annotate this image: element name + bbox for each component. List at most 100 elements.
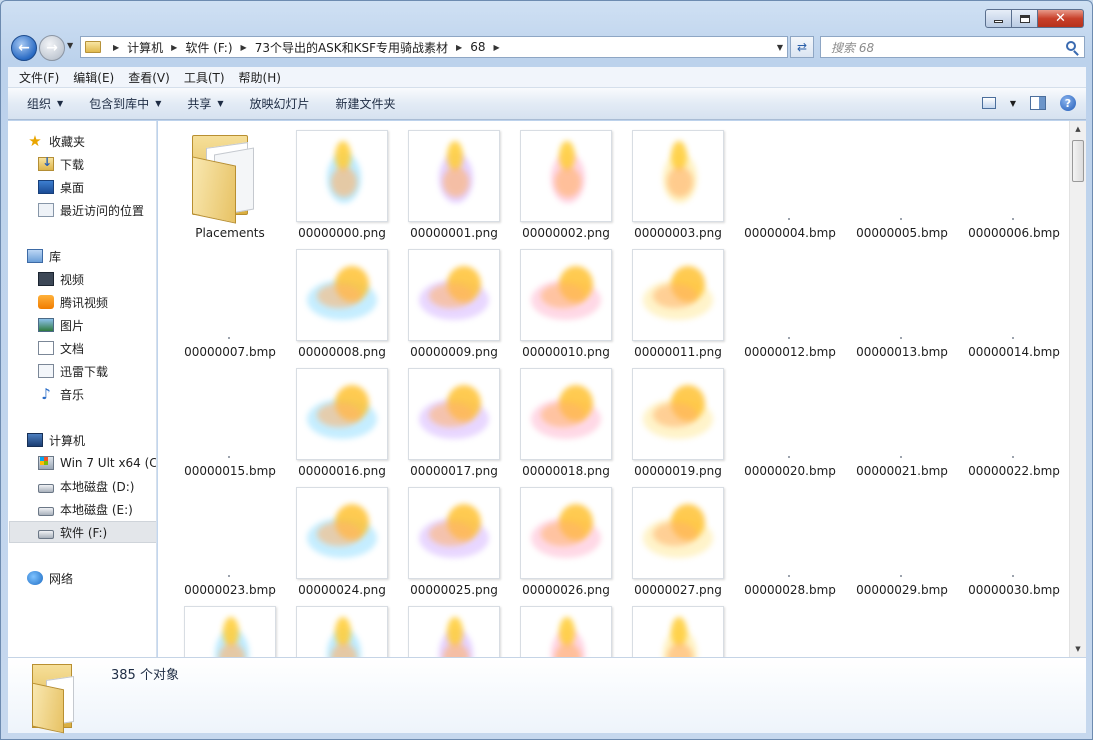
- file-item[interactable]: 00000026.png: [500, 478, 612, 597]
- file-item[interactable]: 00000000.png: [276, 121, 388, 240]
- file-item[interactable]: 00000017.png: [388, 359, 500, 478]
- file-item[interactable]: 00000013.bmp: [836, 240, 948, 359]
- file-item[interactable]: 00000010.png: [500, 240, 612, 359]
- nav-computer[interactable]: 计算机: [27, 429, 156, 451]
- file-item[interactable]: [164, 597, 276, 657]
- recent-places-icon: [38, 203, 54, 217]
- slideshow-button[interactable]: 放映幻灯片: [237, 95, 323, 112]
- vertical-scrollbar[interactable]: ▲ ▼: [1069, 121, 1086, 657]
- recent-pages-dropdown[interactable]: ▼: [67, 41, 73, 50]
- nav-item-label: 最近访问的位置: [60, 203, 145, 218]
- file-item[interactable]: 00000005.bmp: [836, 121, 948, 240]
- nav-item-pictures[interactable]: 图片: [38, 314, 156, 336]
- file-item[interactable]: 00000021.bmp: [836, 359, 948, 478]
- breadcrumb-current[interactable]: 68: [470, 40, 485, 54]
- file-item[interactable]: 00000011.png: [612, 240, 724, 359]
- nav-network[interactable]: 网络: [27, 567, 156, 589]
- file-item[interactable]: 00000008.png: [276, 240, 388, 359]
- file-item[interactable]: 00000018.png: [500, 359, 612, 478]
- file-item[interactable]: 00000030.bmp: [948, 478, 1060, 597]
- file-item[interactable]: 00000020.bmp: [724, 359, 836, 478]
- menu-view[interactable]: 查看(V): [121, 69, 177, 86]
- star-icon: ★: [28, 132, 42, 150]
- refresh-button[interactable]: ⇄: [790, 36, 814, 58]
- breadcrumb-computer[interactable]: 计算机: [127, 39, 163, 56]
- forward-button[interactable]: →: [39, 35, 65, 61]
- back-button[interactable]: ←: [11, 35, 37, 61]
- file-item[interactable]: 00000019.png: [612, 359, 724, 478]
- chevron-right-icon[interactable]: ▶: [456, 43, 462, 52]
- file-item[interactable]: 00000027.png: [612, 478, 724, 597]
- file-item[interactable]: 00000002.png: [500, 121, 612, 240]
- file-item[interactable]: [276, 597, 388, 657]
- close-button[interactable]: ✕: [1038, 9, 1084, 28]
- nav-item-xunlei[interactable]: 迅雷下载: [38, 360, 156, 382]
- nav-item-tencent-video[interactable]: 腾讯视频: [38, 291, 156, 313]
- nav-item-label: 视频: [60, 272, 85, 287]
- folder-item[interactable]: Placements: [164, 121, 276, 240]
- menu-tools[interactable]: 工具(T): [177, 69, 232, 86]
- address-history-dropdown[interactable]: ▼: [777, 43, 783, 52]
- nav-item-drive-d[interactable]: 本地磁盘 (D:): [38, 475, 156, 497]
- chevron-down-icon: ▼: [155, 99, 162, 108]
- nav-item-recent[interactable]: 最近访问的位置: [38, 199, 156, 221]
- file-item[interactable]: 00000029.bmp: [836, 478, 948, 597]
- nav-item-drive-e[interactable]: 本地磁盘 (E:): [38, 498, 156, 520]
- file-item[interactable]: 00000014.bmp: [948, 240, 1060, 359]
- breadcrumb-folder[interactable]: 73个导出的ASK和KSF专用骑战素材: [255, 39, 448, 56]
- file-item[interactable]: 00000003.png: [612, 121, 724, 240]
- chevron-right-icon[interactable]: ▶: [171, 43, 177, 52]
- chevron-right-icon[interactable]: ▶: [493, 43, 499, 52]
- organize-button[interactable]: 组织 ▼: [14, 95, 76, 112]
- view-options-dropdown[interactable]: ▼: [1010, 99, 1016, 108]
- file-item[interactable]: [612, 597, 724, 657]
- include-library-button[interactable]: 包含到库中 ▼: [76, 95, 174, 112]
- file-item[interactable]: 00000001.png: [388, 121, 500, 240]
- refresh-icon: ⇄: [796, 40, 808, 54]
- maximize-button[interactable]: [1012, 9, 1038, 28]
- nav-favorites[interactable]: ★ 收藏夹: [27, 130, 156, 152]
- file-item[interactable]: [500, 597, 612, 657]
- nav-item-drive-f[interactable]: 软件 (F:): [9, 521, 156, 543]
- chevron-right-icon[interactable]: ▶: [113, 43, 119, 52]
- file-item[interactable]: 00000006.bmp: [948, 121, 1060, 240]
- share-button[interactable]: 共享 ▼: [174, 95, 236, 112]
- nav-item-downloads[interactable]: 下载: [38, 153, 156, 175]
- file-item[interactable]: 00000024.png: [276, 478, 388, 597]
- menu-edit[interactable]: 编辑(E): [66, 69, 121, 86]
- breadcrumb-drive[interactable]: 软件 (F:): [185, 39, 232, 56]
- file-item[interactable]: 00000007.bmp: [164, 240, 276, 359]
- new-folder-button[interactable]: 新建文件夹: [323, 95, 409, 112]
- file-item[interactable]: 00000004.bmp: [724, 121, 836, 240]
- minimize-button[interactable]: [985, 9, 1012, 28]
- nav-item-drive-c[interactable]: Win 7 Ult x64 (C:: [38, 452, 156, 474]
- file-item[interactable]: 00000022.bmp: [948, 359, 1060, 478]
- nav-item-documents[interactable]: 文档: [38, 337, 156, 359]
- scroll-up-arrow-icon[interactable]: ▲: [1070, 121, 1086, 137]
- chevron-down-icon: ▼: [57, 99, 64, 108]
- nav-item-desktop[interactable]: 桌面: [38, 176, 156, 198]
- image-thumbnail: [408, 606, 500, 657]
- file-item[interactable]: 00000009.png: [388, 240, 500, 359]
- menu-file[interactable]: 文件(F): [12, 69, 66, 86]
- scroll-down-arrow-icon[interactable]: ▼: [1070, 641, 1086, 657]
- scrollbar-thumb[interactable]: [1072, 140, 1084, 182]
- file-item[interactable]: 00000028.bmp: [724, 478, 836, 597]
- file-item[interactable]: 00000023.bmp: [164, 478, 276, 597]
- menu-help[interactable]: 帮助(H): [232, 69, 288, 86]
- file-item[interactable]: 00000012.bmp: [724, 240, 836, 359]
- search-icon[interactable]: [1066, 41, 1076, 51]
- search-input[interactable]: 搜索 68: [820, 36, 1085, 58]
- chevron-right-icon[interactable]: ▶: [241, 43, 247, 52]
- help-icon[interactable]: ?: [1060, 95, 1076, 111]
- nav-item-music[interactable]: ♪ 音乐: [38, 383, 156, 405]
- nav-item-videos[interactable]: 视频: [38, 268, 156, 290]
- preview-pane-icon[interactable]: [1030, 96, 1046, 110]
- file-item[interactable]: 00000016.png: [276, 359, 388, 478]
- file-item[interactable]: [388, 597, 500, 657]
- file-item[interactable]: 00000015.bmp: [164, 359, 276, 478]
- address-bar[interactable]: ▶ 计算机 ▶ 软件 (F:) ▶ 73个导出的ASK和KSF专用骑战素材 ▶ …: [80, 36, 788, 58]
- file-item[interactable]: 00000025.png: [388, 478, 500, 597]
- change-view-icon[interactable]: [981, 97, 996, 109]
- nav-libraries[interactable]: 库: [27, 245, 156, 267]
